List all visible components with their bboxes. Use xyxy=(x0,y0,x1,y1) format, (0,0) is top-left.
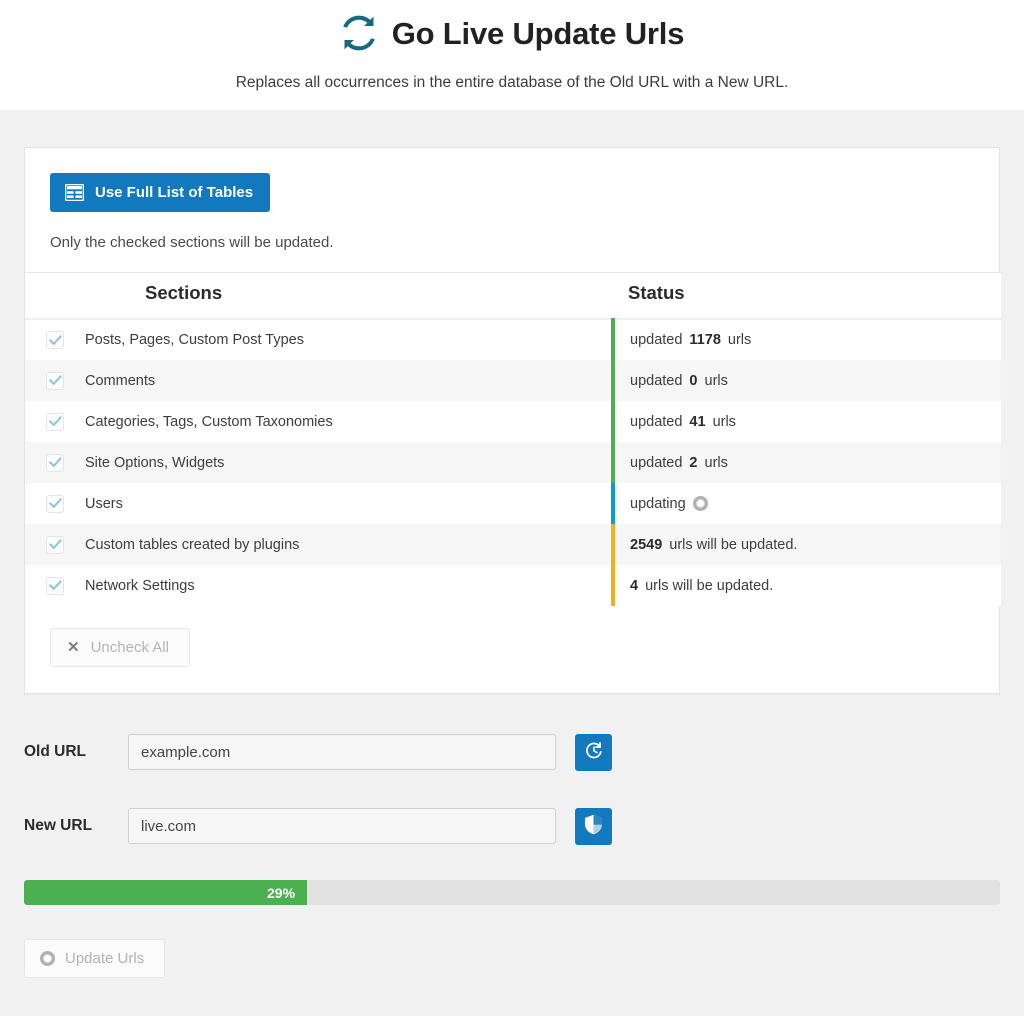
status-text: 2549 urls will be updated. xyxy=(630,536,798,553)
row-checkbox-cell xyxy=(25,442,85,483)
update-urls-label: Update Urls xyxy=(65,950,145,967)
row-checkbox-cell xyxy=(25,401,85,442)
table-row: Posts, Pages, Custom Post Types updated 1… xyxy=(25,319,1001,360)
section-status: 4 urls will be updated. xyxy=(611,565,1001,606)
old-url-history-button[interactable] xyxy=(575,733,612,771)
section-status: 2549 urls will be updated. xyxy=(611,524,1001,565)
row-checkbox-cell xyxy=(25,360,85,401)
status-text: updating xyxy=(630,496,1001,512)
new-url-shield-button[interactable] xyxy=(575,807,612,845)
section-status: updating xyxy=(611,483,1001,524)
section-status: updated 1178 urls xyxy=(611,319,1001,360)
spinner-ring-icon xyxy=(692,496,708,511)
section-status: updated 41 urls xyxy=(611,401,1001,442)
row-checkbox-cell xyxy=(25,483,85,524)
new-url-label: New URL xyxy=(24,817,93,834)
update-row: Update Urls xyxy=(24,939,1000,978)
table-body: Posts, Pages, Custom Post Types updated 1… xyxy=(25,319,1001,606)
old-url-input[interactable] xyxy=(128,734,556,770)
card-bottom: ✕ Uncheck All xyxy=(25,606,999,693)
status-text: updated 41 urls xyxy=(630,413,736,430)
section-name: Posts, Pages, Custom Post Types xyxy=(85,319,613,360)
section-name: Comments xyxy=(85,360,613,401)
section-checkbox[interactable] xyxy=(46,576,64,595)
section-checkbox[interactable] xyxy=(46,453,64,472)
history-icon xyxy=(583,740,604,764)
row-checkbox-cell xyxy=(25,319,85,360)
uncheck-all-label: Uncheck All xyxy=(90,639,169,656)
uncheck-all-button[interactable]: ✕ Uncheck All xyxy=(50,628,190,667)
new-url-row: New URL xyxy=(24,800,1000,852)
section-checkbox[interactable] xyxy=(46,371,64,390)
section-name: Network Settings xyxy=(85,565,613,606)
progress-bar-fill: 29% xyxy=(24,880,308,905)
table-row: Custom tables created by plugins 2549 url… xyxy=(25,524,1001,565)
table-row: Categories, Tags, Custom Taxonomies updat… xyxy=(25,401,1001,442)
section-name: Site Options, Widgets xyxy=(85,442,613,483)
section-checkbox[interactable] xyxy=(46,535,64,554)
table-icon xyxy=(65,184,84,201)
status-text: 4 urls will be updated. xyxy=(630,577,774,594)
card-top: Use Full List of Tables Only the checked… xyxy=(25,148,999,272)
shield-icon xyxy=(584,814,603,838)
section-name: Categories, Tags, Custom Taxonomies xyxy=(85,401,613,442)
column-header-sections: Sections xyxy=(85,272,613,320)
page-title: Go Live Update Urls xyxy=(391,15,685,51)
old-url-row: Old URL xyxy=(24,726,1000,778)
section-status: updated 2 urls xyxy=(611,442,1001,483)
page-body: Use Full List of Tables Only the checked… xyxy=(0,147,1024,978)
status-text: updated 2 urls xyxy=(630,454,728,471)
section-checkbox[interactable] xyxy=(46,412,64,431)
row-checkbox-cell xyxy=(25,565,85,606)
column-header-status: Status xyxy=(613,272,1001,320)
title-row: Go Live Update Urls xyxy=(0,6,1024,60)
header-spacer xyxy=(25,272,85,320)
table-row: Comments updated 0 urls xyxy=(25,360,1001,401)
page-header: Go Live Update Urls Replaces all occurre… xyxy=(0,0,1024,110)
close-x-icon: ✕ xyxy=(67,639,80,656)
table-row: Network Settings 4 urls will be updated. xyxy=(25,565,1001,606)
section-name: Users xyxy=(85,483,613,524)
sections-card: Use Full List of Tables Only the checked… xyxy=(24,147,1001,694)
section-checkbox[interactable] xyxy=(46,331,64,349)
new-url-input[interactable] xyxy=(128,808,556,844)
section-status: updated 0 urls xyxy=(611,360,1001,401)
sections-hint: Only the checked sections will be update… xyxy=(50,234,334,251)
use-full-list-of-tables-button[interactable]: Use Full List of Tables xyxy=(50,173,271,212)
table-row: Users updating xyxy=(25,483,1001,524)
sections-table: Sections Status Posts, Pages, Custom Pos… xyxy=(25,272,1001,606)
section-name: Custom tables created by plugins xyxy=(85,524,613,565)
progress-bar: 29% xyxy=(24,880,1000,905)
progress-percent-label: 29% xyxy=(267,884,296,901)
table-header-row: Sections Status xyxy=(25,272,1001,320)
use-full-list-of-tables-label: Use Full List of Tables xyxy=(95,184,254,201)
section-checkbox[interactable] xyxy=(46,494,64,513)
table-row: Site Options, Widgets updated 2 urls xyxy=(25,442,1001,483)
update-urls-button[interactable]: Update Urls xyxy=(24,939,166,978)
status-text: updated 1178 urls xyxy=(630,332,752,348)
page-subtitle: Replaces all occurrences in the entire d… xyxy=(235,74,789,91)
status-text: updated 0 urls xyxy=(630,372,728,389)
old-url-label: Old URL xyxy=(24,743,86,760)
sync-refresh-icon xyxy=(340,14,378,52)
spinner-ring-icon xyxy=(40,951,55,966)
row-checkbox-cell xyxy=(25,524,85,565)
